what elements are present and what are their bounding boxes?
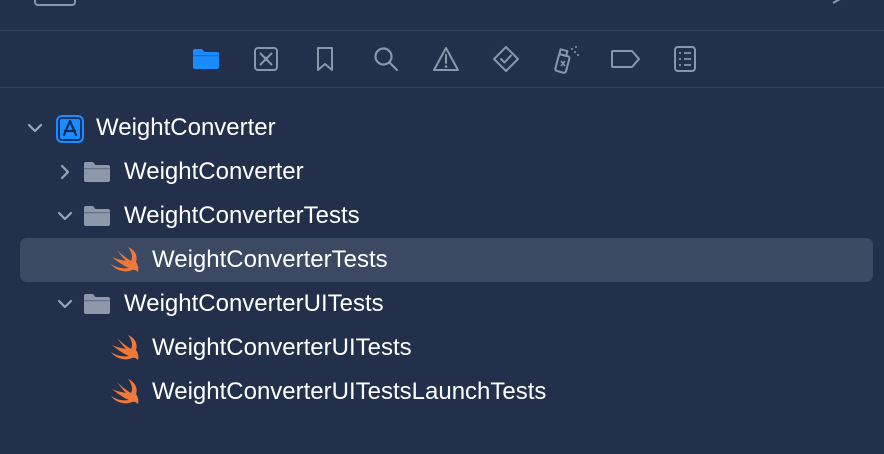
debug-spray-icon[interactable]: [549, 42, 583, 76]
tree-row-file-selected[interactable]: WeightConverterTests: [20, 238, 873, 282]
bookmark-icon[interactable]: [308, 42, 342, 76]
chevron-icon[interactable]: [832, 0, 844, 4]
folder-icon[interactable]: [189, 42, 223, 76]
tree-row-label: WeightConverterUITests: [152, 334, 412, 361]
swift-file-icon: [111, 247, 139, 272]
folder-icon: [84, 206, 110, 226]
tree-row-label: WeightConverterTests: [124, 202, 360, 229]
tree-row-label: WeightConverter: [124, 158, 304, 185]
tree-row-label: WeightConverterUITestsLaunchTests: [152, 378, 547, 405]
tree-row-file[interactable]: WeightConverterUITestsLaunchTests: [20, 370, 873, 414]
warning-icon[interactable]: [429, 42, 463, 76]
chevron-down-icon[interactable]: [56, 207, 74, 225]
chevron-right-icon[interactable]: [56, 163, 74, 181]
tree-row-group[interactable]: WeightConverterTests: [20, 194, 873, 238]
source-control-icon[interactable]: [249, 42, 283, 76]
tree-row-project[interactable]: WeightConverter: [20, 106, 873, 150]
chevron-down-icon[interactable]: [56, 295, 74, 313]
window-top-bar: [0, 0, 884, 31]
swift-file-icon: [111, 379, 139, 404]
tree-row-label: WeightConverterUITests: [124, 290, 384, 317]
test-diamond-icon[interactable]: [489, 42, 523, 76]
tree-row-group[interactable]: WeightConverterUITests: [20, 282, 873, 326]
folder-icon: [84, 294, 110, 314]
chevron-down-icon[interactable]: [26, 119, 44, 137]
tree-row-group[interactable]: WeightConverter: [20, 150, 873, 194]
sidebar-toggle-icon[interactable]: [34, 0, 76, 6]
tree-row-label: WeightConverterTests: [152, 246, 388, 273]
xcode-project-icon: [56, 115, 84, 143]
report-list-icon[interactable]: [668, 42, 702, 76]
navigator-selector-bar: [0, 31, 884, 88]
tree-row-label: WeightConverter: [96, 114, 276, 141]
tree-row-file[interactable]: WeightConverterUITests: [20, 326, 873, 370]
folder-icon: [84, 162, 110, 182]
swift-file-icon: [111, 335, 139, 360]
search-icon[interactable]: [369, 42, 403, 76]
breakpoint-tag-icon[interactable]: [608, 42, 642, 76]
